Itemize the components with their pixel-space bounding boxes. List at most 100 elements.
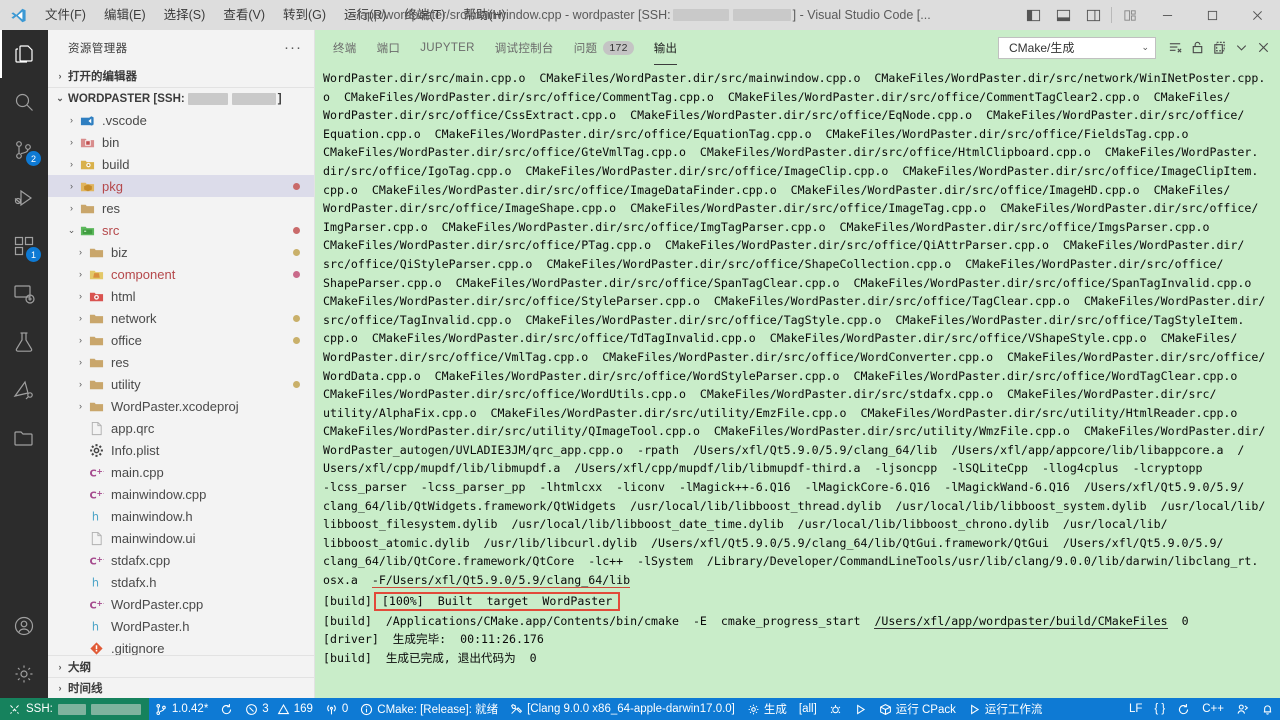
menu-view[interactable]: 查看(V) [214, 0, 274, 30]
tree-folder-office[interactable]: › office [48, 329, 314, 351]
status-cpp-sync-icon[interactable] [1171, 698, 1196, 720]
tree-file-gitignore[interactable]: .gitignore [48, 637, 314, 655]
status-run-cpack[interactable]: 运行 CPack [873, 698, 962, 720]
tree-item-label: WordPaster.h [111, 618, 190, 634]
tree-folder-build[interactable]: › build [48, 153, 314, 175]
status-remote-host[interactable]: SSH: [0, 698, 149, 720]
framework-path-link[interactable]: -F/Users/xfl/Qt5.9.0/5.9/clang_64/lib [371, 573, 631, 589]
status-cmake-build[interactable]: 生成 [741, 698, 793, 720]
tree-file-mainwindow-ui[interactable]: mainwindow.ui [48, 527, 314, 549]
tree-folder-html[interactable]: › html [48, 285, 314, 307]
tree-folder-wordpaster-xcodeproj[interactable]: › WordPaster.xcodeproj [48, 395, 314, 417]
activity-explorer[interactable] [0, 30, 48, 78]
tree-item-label: .vscode [102, 112, 147, 128]
tree-file-wordpaster-h[interactable]: h WordPaster.h [48, 615, 314, 637]
sidebar-bottom-sections: › 大纲 › 时间线 [48, 655, 314, 698]
menu-edit[interactable]: 编辑(E) [95, 0, 155, 30]
status-radio-tower[interactable]: 0 [319, 698, 354, 720]
menu-go[interactable]: 转到(G) [274, 0, 335, 30]
section-workspace[interactable]: ⌄ WORDPASTER [SSH: ] [48, 87, 314, 109]
tree-folder-bin[interactable]: › bin [48, 131, 314, 153]
status-sync-icon[interactable] [214, 698, 239, 720]
section-open-editors[interactable]: › 打开的编辑器 [48, 65, 314, 87]
toggle-panel-icon[interactable] [1048, 0, 1078, 30]
split-editor-icon[interactable] [1208, 37, 1230, 59]
activity-run-and-debug[interactable] [0, 174, 48, 222]
status-cmake-debug-icon[interactable] [823, 698, 848, 720]
toggle-secondary-sidebar-icon[interactable] [1078, 0, 1108, 30]
status-braces[interactable]: { } [1148, 698, 1171, 720]
status-branch[interactable]: 1.0.42* [149, 698, 214, 720]
tab-terminal[interactable]: 终端 [323, 30, 367, 65]
tree-folder-vscode[interactable]: › .vscode [48, 109, 314, 131]
output-line: WordPaster.dir/src/office/VmlTag.cpp.o C… [323, 349, 1266, 364]
menu-file[interactable]: 文件(F) [36, 0, 95, 30]
output-channel-select[interactable]: CMake/生成 ⌄ [998, 36, 1156, 59]
activity-manage-gear-icon[interactable] [0, 650, 48, 698]
status-language-mode[interactable]: C++ [1196, 698, 1230, 720]
status-run-workflow[interactable]: 运行工作流 [962, 698, 1049, 720]
activity-accounts[interactable] [0, 602, 48, 650]
tree-file-app-qrc[interactable]: app.qrc [48, 417, 314, 439]
toggle-primary-sidebar-icon[interactable] [1018, 0, 1048, 30]
window-maximize-button[interactable] [1190, 0, 1235, 30]
tab-problems[interactable]: 问题 172 [564, 30, 644, 65]
tree-folder-network[interactable]: › network [48, 307, 314, 329]
chevron-right-icon: › [70, 203, 73, 213]
status-problems[interactable]: 3 169 [239, 698, 319, 720]
status-cmake-variant[interactable]: CMake: [Release]: 就绪 [354, 698, 504, 720]
tree-file-mainwindow-h[interactable]: h mainwindow.h [48, 505, 314, 527]
tree-file-main-cpp[interactable]: C++ main.cpp [48, 461, 314, 483]
section-timeline[interactable]: › 时间线 [48, 677, 314, 698]
tree-file-wordpaster-cpp[interactable]: C++ WordPaster.cpp [48, 593, 314, 615]
tree-file-info-plist[interactable]: Info.plist [48, 439, 314, 461]
lock-icon[interactable] [1186, 37, 1208, 59]
tree-folder-utility[interactable]: › utility [48, 373, 314, 395]
section-outline[interactable]: › 大纲 [48, 656, 314, 677]
tree-file-stdafx-cpp[interactable]: C++ stdafx.cpp [48, 549, 314, 571]
window-minimize-button[interactable] [1145, 0, 1190, 30]
status-cmake-launch-icon[interactable] [848, 698, 873, 720]
customize-layout-icon[interactable] [1115, 0, 1145, 30]
activity-cmake-tools[interactable] [0, 366, 48, 414]
activity-source-control[interactable]: 2 [0, 126, 48, 174]
menu-terminal[interactable]: 终端(T) [395, 0, 454, 30]
clear-output-icon[interactable] [1164, 37, 1186, 59]
output-line: CMakeFiles/WordPaster.dir/src/office/PTa… [323, 238, 1245, 253]
status-cmake-kit[interactable]: [Clang 9.0.0 x86_64-apple-darwin17.0.0] [504, 698, 741, 720]
tab-jupyter[interactable]: JUPYTER [410, 30, 485, 65]
tree-folder-component[interactable]: › component [48, 263, 314, 285]
menu-selection[interactable]: 选择(S) [155, 0, 215, 30]
panel-more-chevron-down-icon[interactable] [1230, 37, 1252, 59]
activity-extensions[interactable]: 1 [0, 222, 48, 270]
close-panel-icon[interactable] [1252, 37, 1274, 59]
cmakefiles-path-link[interactable]: /Users/xfl/app/wordpaster/build/CMakeFil… [874, 613, 1168, 629]
chevron-right-icon: › [79, 291, 82, 301]
status-build-target[interactable]: [all] [793, 698, 823, 720]
output-text-area[interactable]: WordPaster.dir/src/main.cpp.o CMakeFiles… [315, 65, 1280, 698]
status-eol-label: LF [1128, 703, 1143, 715]
file-tree[interactable]: › .vscode › bin › build › pkg › res ⌄ src › biz › compo… [48, 109, 314, 655]
tree-folder-res[interactable]: › res [48, 197, 314, 219]
svg-text:++: ++ [97, 554, 105, 563]
tree-folder-res[interactable]: › res [48, 351, 314, 373]
tree-folder-biz[interactable]: › biz [48, 241, 314, 263]
tab-ports[interactable]: 端口 [367, 30, 411, 65]
tree-folder-pkg[interactable]: › pkg [48, 175, 314, 197]
tree-file-stdafx-h[interactable]: h stdafx.h [48, 571, 314, 593]
activity-search[interactable] [0, 78, 48, 126]
activity-project-manager[interactable] [0, 414, 48, 462]
sidebar-more-actions-icon[interactable]: ··· [280, 40, 306, 55]
status-notifications-bell-icon[interactable] [1255, 698, 1280, 720]
menu-help[interactable]: 帮助(H) [454, 0, 514, 30]
tree-folder-src[interactable]: ⌄ src [48, 219, 314, 241]
menu-run[interactable]: 运行(R) [335, 0, 395, 30]
tab-debug-console[interactable]: 调试控制台 [485, 30, 564, 65]
activity-remote-explorer[interactable] [0, 270, 48, 318]
activity-testing[interactable] [0, 318, 48, 366]
status-eol[interactable]: LF [1123, 698, 1148, 720]
tree-file-mainwindow-cpp[interactable]: C++ mainwindow.cpp [48, 483, 314, 505]
status-feedback-icon[interactable] [1230, 698, 1255, 720]
tab-output[interactable]: 输出 [644, 30, 688, 65]
window-close-button[interactable] [1235, 0, 1280, 30]
